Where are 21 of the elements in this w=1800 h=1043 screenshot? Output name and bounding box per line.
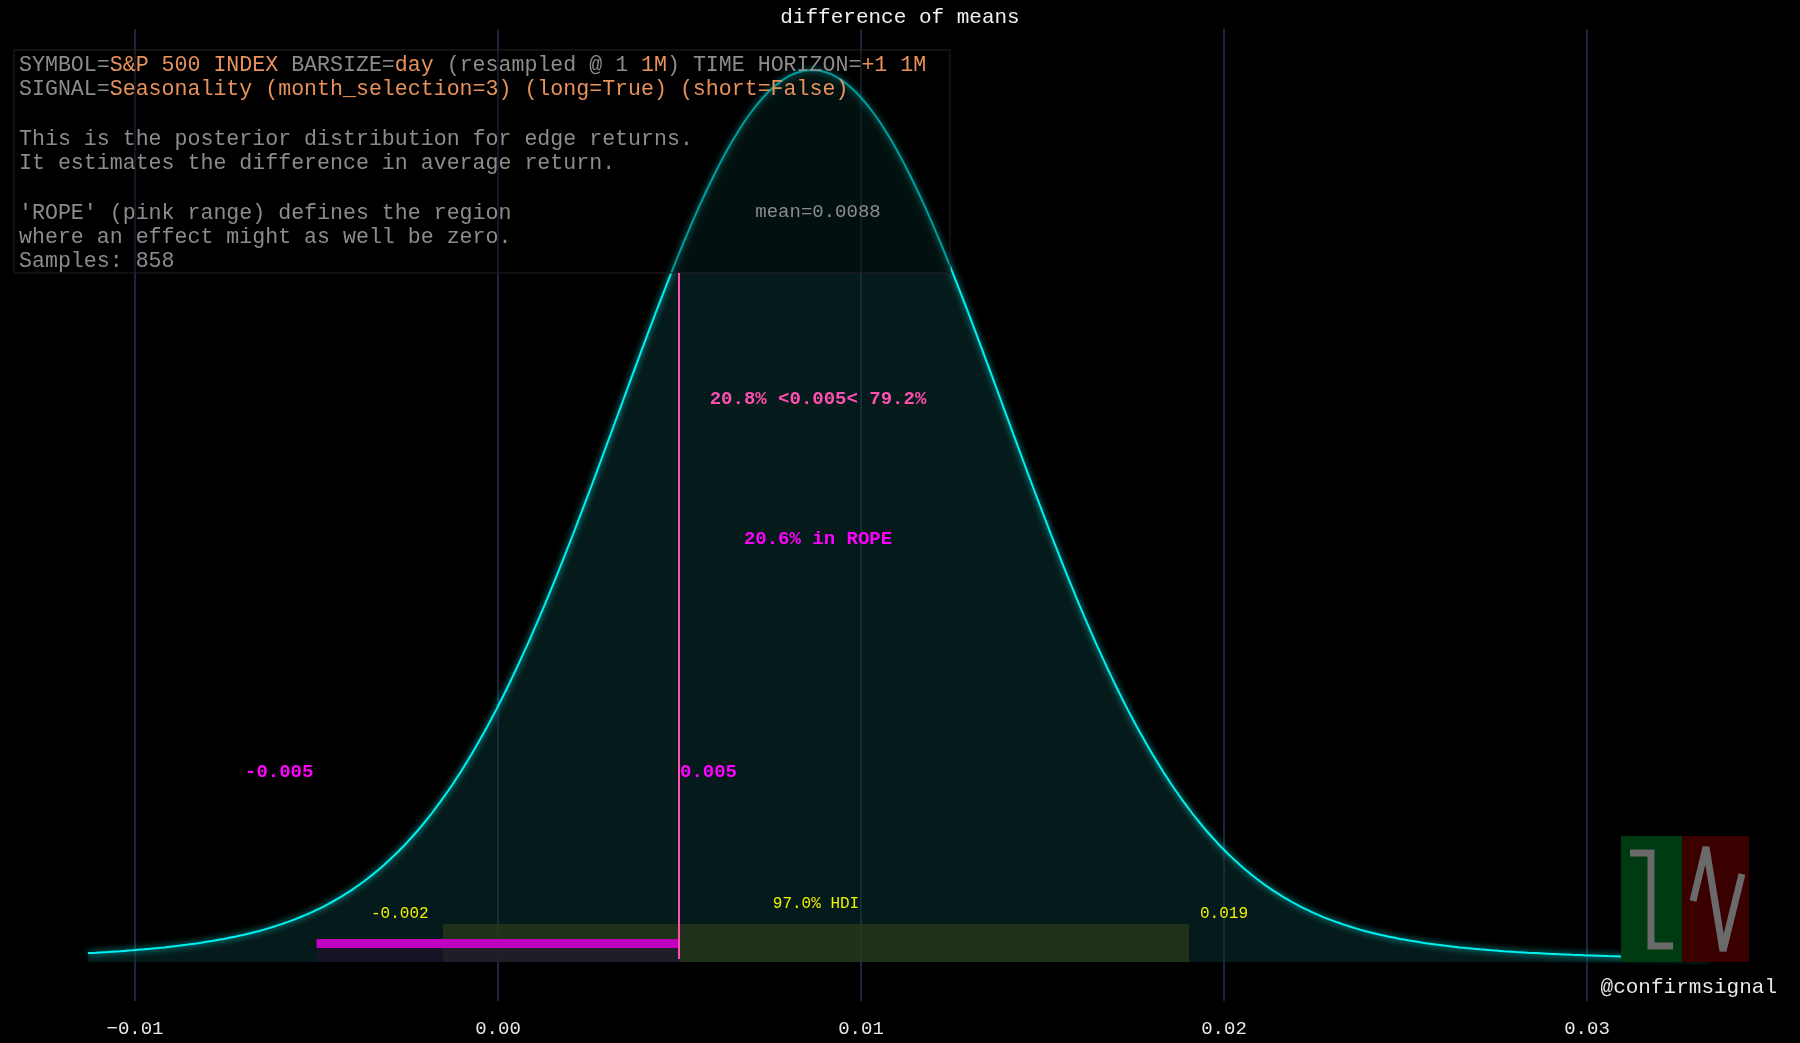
info-text: Samples: 858 xyxy=(19,249,175,273)
x-tick-label: 0.02 xyxy=(1201,1018,1247,1040)
info-text: It estimates the difference in average return. xyxy=(19,151,616,175)
hdi-label: 97.0% HDI xyxy=(772,895,860,913)
x-tick-label: 0.00 xyxy=(475,1018,521,1040)
hdi-low-label: -0.002 xyxy=(371,905,429,923)
rope-label: 20.6% in ROPE xyxy=(743,528,893,550)
hdi-high-label: 0.019 xyxy=(1200,905,1248,923)
mean-label: mean=0.0088 xyxy=(755,201,881,223)
credit-handle: @confirmsignal xyxy=(1600,976,1777,999)
x-tick-label: −0.01 xyxy=(106,1018,164,1040)
x-tick-label: 0.03 xyxy=(1564,1018,1610,1040)
info-text: 'ROPE' (pink range) defines the region xyxy=(19,201,512,225)
chart-title: difference of means xyxy=(780,6,1020,29)
info-text: where an effect might as well be zero. xyxy=(19,225,512,249)
x-tick-label: 0.01 xyxy=(838,1018,884,1040)
info-text: This is the posterior distribution for edge returns. xyxy=(19,127,693,151)
split-label: 20.8% <0.005< 79.2% xyxy=(709,388,927,410)
rope-high-label: 0.005 xyxy=(680,761,737,783)
rope-low-label: -0.005 xyxy=(245,761,314,783)
info-text: SYMBOL=S&P 500 INDEX BARSIZE=day (resampled @ 1 1M) TIME HORIZON=+1 1M xyxy=(19,53,927,77)
